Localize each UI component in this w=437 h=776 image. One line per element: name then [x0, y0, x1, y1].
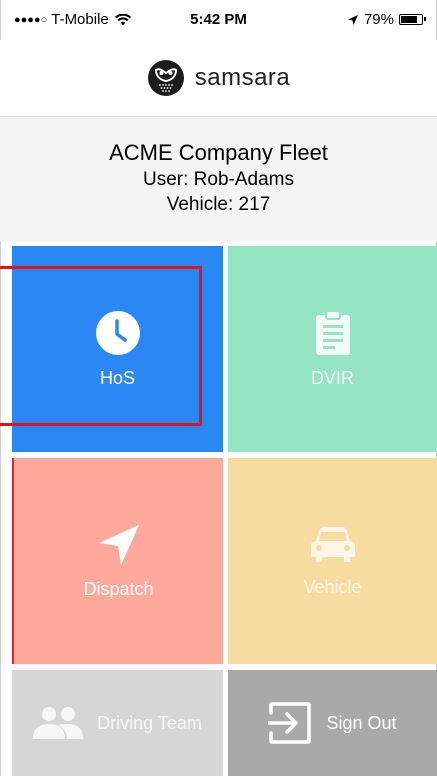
- people-icon: [33, 707, 84, 739]
- fleet-info-panel: ACME Company Fleet User: Rob-Adams Vehic…: [0, 117, 437, 241]
- dvir-tile[interactable]: DVIR: [228, 246, 437, 452]
- navigation-arrow-icon: [98, 524, 139, 565]
- status-right: 79%: [347, 11, 426, 28]
- clock-icon: [95, 310, 140, 355]
- sign-out-icon: [268, 702, 312, 744]
- battery-percent: 79%: [363, 11, 394, 28]
- sign-out-tile[interactable]: Sign Out: [228, 670, 437, 776]
- dispatch-label: Dispatch: [83, 578, 154, 599]
- brand-name: samsara: [194, 64, 291, 91]
- battery-icon: [399, 14, 426, 25]
- status-bar: ●●●●○ T-Mobile 5:42 PM 79%: [0, 0, 437, 40]
- dvir-label: DVIR: [310, 367, 354, 388]
- sign-out-label: Sign Out: [326, 712, 397, 733]
- hos-tile[interactable]: HoS: [12, 246, 223, 452]
- driving-team-label: Driving Team: [97, 712, 202, 733]
- app-header: samsara: [0, 40, 437, 117]
- brand-logo: samsara: [147, 59, 291, 97]
- owl-logo-icon: [147, 60, 184, 96]
- vehicle-label: Vehicle: [303, 576, 362, 597]
- location-arrow-icon: [347, 14, 358, 25]
- vehicle-tile[interactable]: Vehicle: [228, 458, 437, 664]
- hos-label: HoS: [99, 367, 135, 388]
- clipboard-icon: [315, 309, 350, 355]
- dispatch-tile[interactable]: Dispatch: [12, 458, 223, 664]
- car-icon: [310, 526, 355, 562]
- fleet-user: User: Rob-Adams: [143, 169, 294, 190]
- driving-team-tile[interactable]: Driving Team: [12, 670, 223, 776]
- fleet-vehicle: Vehicle: 217: [166, 194, 271, 215]
- fleet-name: ACME Company Fleet: [109, 140, 328, 165]
